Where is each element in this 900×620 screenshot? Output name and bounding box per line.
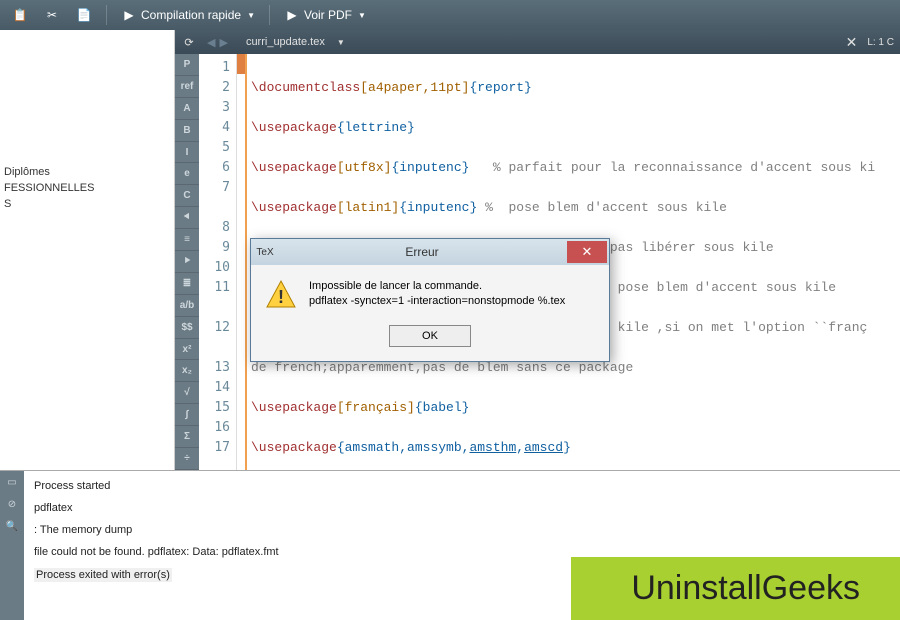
sqrt-button[interactable]: √: [175, 382, 199, 404]
paste-button[interactable]: 📄: [70, 5, 98, 25]
dialog-title: Erreur: [279, 245, 565, 259]
view-pdf-label: Voir PDF: [304, 8, 352, 22]
error-dialog: TeX Erreur ✕ ! Impossible de lancer la c…: [250, 238, 610, 362]
svg-text:!: !: [278, 287, 284, 307]
nav-forward-icon[interactable]: ▶: [219, 36, 227, 49]
align-center-button[interactable]: ≡: [175, 229, 199, 251]
log-errors-icon[interactable]: ⊘: [0, 493, 24, 515]
structure-item[interactable]: S: [4, 196, 170, 212]
caps-button[interactable]: C: [175, 185, 199, 207]
paste-icon: 📄: [76, 7, 92, 23]
log-line: Process started: [34, 480, 890, 492]
view-pdf-button[interactable]: ▶ Voir PDF ▼: [278, 5, 372, 25]
frac-button[interactable]: a/b: [175, 295, 199, 317]
dialog-message: Impossible de lancer la commande. pdflat…: [309, 279, 565, 311]
close-tab-icon[interactable]: ✕: [846, 34, 858, 51]
warning-icon: !: [265, 279, 297, 311]
tex-icon: TeX: [257, 244, 273, 260]
marker-strip: [237, 54, 245, 470]
align-left-button[interactable]: ⯇: [175, 207, 199, 229]
copy-icon: 📋: [12, 7, 28, 23]
structure-panel: Diplômes FESSIONNELLES S: [0, 30, 175, 470]
compile-label: Compilation rapide: [141, 8, 241, 22]
log-toolbar: ▭ ⊘ 🔍: [0, 471, 24, 620]
tab-bar: ⟳ ◀ ▶ curri_update.tex ▼ ✕ L: 1 C: [175, 30, 900, 54]
main-toolbar: 📋 ✂ 📄 ▶ Compilation rapide ▼ ▶ Voir PDF …: [0, 0, 900, 30]
div-button[interactable]: ÷: [175, 448, 199, 470]
superscript-button[interactable]: x²: [175, 339, 199, 361]
watermark: UninstallGeeks: [571, 557, 900, 620]
chevron-down-icon[interactable]: ▼: [337, 38, 345, 47]
compile-button[interactable]: ▶ Compilation rapide ▼: [115, 5, 261, 25]
emph-button[interactable]: e: [175, 163, 199, 185]
cut-button[interactable]: ✂: [38, 5, 66, 25]
play-icon: ▶: [284, 7, 300, 23]
integral-button[interactable]: ∫: [175, 404, 199, 426]
ref-button[interactable]: ref: [175, 76, 199, 98]
italic-button[interactable]: I: [175, 142, 199, 164]
nav-back-icon[interactable]: ◀: [207, 36, 215, 49]
dialog-titlebar[interactable]: TeX Erreur ✕: [251, 239, 609, 265]
log-line: : The memory dump: [34, 524, 890, 536]
log-search-icon[interactable]: 🔍: [0, 515, 24, 537]
math-button[interactable]: $$: [175, 317, 199, 339]
separator: [269, 5, 270, 25]
dialog-close-button[interactable]: ✕: [567, 241, 607, 263]
vertical-toolbar: P ref A B I e C ⯇ ≡ ⯈ ≣ a/b $$ x² x₂ √ ∫…: [175, 54, 199, 470]
line-gutter: 12345678910111213141516171819: [199, 54, 237, 470]
play-icon: ▶: [121, 7, 137, 23]
separator: [106, 5, 107, 25]
structure-item[interactable]: Diplômes: [4, 164, 170, 180]
refresh-icon[interactable]: ⟳: [181, 34, 197, 50]
chevron-down-icon: ▼: [247, 11, 255, 20]
chevron-down-icon: ▼: [358, 11, 366, 20]
copy-button[interactable]: 📋: [6, 5, 34, 25]
list-button[interactable]: ≣: [175, 273, 199, 295]
sum-button[interactable]: Σ: [175, 426, 199, 448]
filename-tab[interactable]: curri_update.tex: [246, 36, 325, 48]
dialog-ok-button[interactable]: OK: [389, 325, 471, 347]
label-button[interactable]: A: [175, 98, 199, 120]
align-right-button[interactable]: ⯈: [175, 251, 199, 273]
cursor-position: L: 1 C: [867, 37, 894, 48]
part-button[interactable]: P: [175, 54, 199, 76]
subscript-button[interactable]: x₂: [175, 360, 199, 382]
bold-button[interactable]: B: [175, 120, 199, 142]
cut-icon: ✂: [44, 7, 60, 23]
log-messages-icon[interactable]: ▭: [0, 471, 24, 493]
structure-item[interactable]: FESSIONNELLES: [4, 180, 170, 196]
log-line: pdflatex: [34, 502, 890, 514]
